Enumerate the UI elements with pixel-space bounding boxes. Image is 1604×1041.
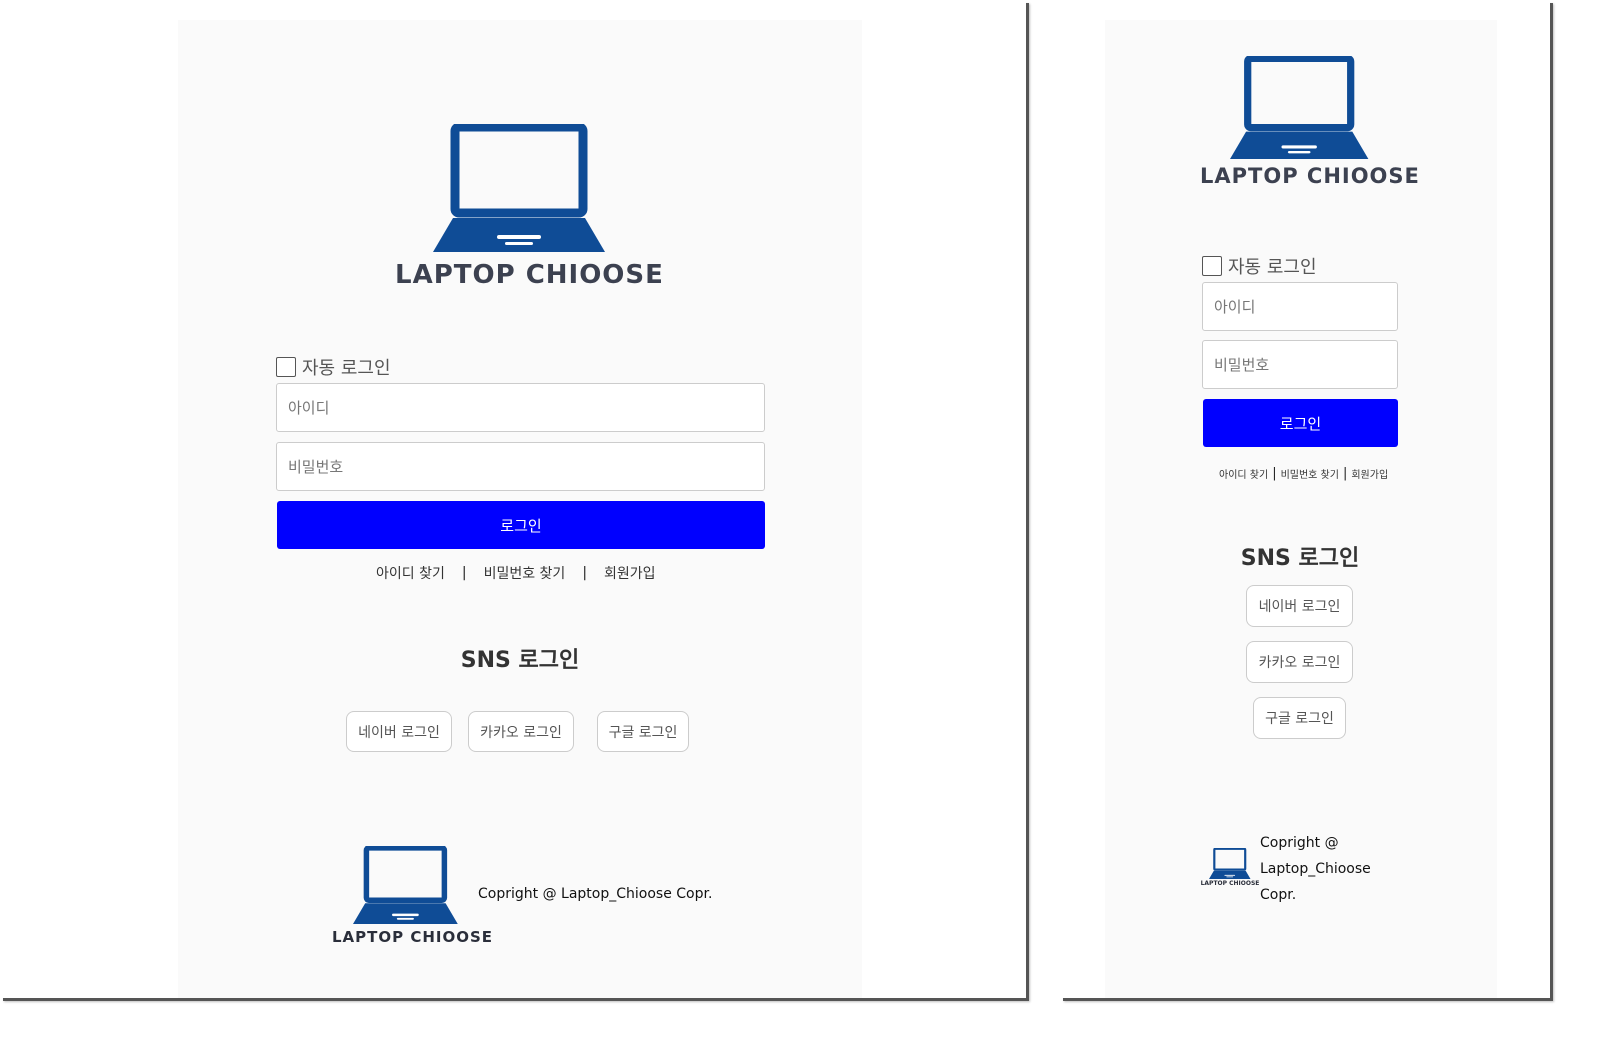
kakao-login-button[interactable]: 카카오 로그인 (1246, 641, 1353, 683)
laptop-icon (353, 846, 458, 924)
copyright-line: Copright @ (1260, 835, 1339, 851)
copyright-text: Copright @ Laptop_Chioose Copr. (478, 886, 713, 902)
signup-link[interactable]: 회원가입 (1351, 466, 1388, 481)
link-separator: | (1272, 466, 1277, 481)
login-button[interactable]: 로그인 (1203, 399, 1398, 447)
password-input[interactable]: 비밀번호 (276, 442, 765, 491)
find-password-link[interactable]: 비밀번호 찾기 (1281, 466, 1339, 481)
naver-login-button[interactable]: 네이버 로그인 (346, 711, 452, 752)
copyright-text: Copright @ Laptop_Chioose Copr. (1260, 830, 1371, 908)
link-separator: | (461, 565, 467, 581)
link-separator: | (582, 565, 588, 581)
header-logo[interactable]: LAPTOP CHIOOSE (1200, 56, 1420, 188)
account-links: 아이디 찾기 | 비밀번호 찾기 | 회원가입 (1219, 466, 1388, 481)
auto-login-label: 자동 로그인 (302, 358, 391, 379)
id-input[interactable]: 아이디 (276, 383, 765, 432)
checkbox-icon[interactable] (276, 357, 296, 377)
copyright-line: Copr. (1260, 887, 1297, 903)
footer-brand-name: LAPTOP CHIOOSE (332, 928, 494, 946)
google-login-button[interactable]: 구글 로그인 (597, 711, 689, 752)
account-links: 아이디 찾기 | 비밀번호 찾기 | 회원가입 (376, 563, 656, 583)
sns-login-title: SNS 로그인 (1240, 546, 1360, 571)
find-password-link[interactable]: 비밀번호 찾기 (484, 563, 566, 583)
find-id-link[interactable]: 아이디 찾기 (1219, 466, 1268, 481)
password-placeholder: 비밀번호 (288, 458, 344, 476)
password-placeholder: 비밀번호 (1214, 356, 1270, 374)
password-input[interactable]: 비밀번호 (1202, 340, 1398, 389)
id-input[interactable]: 아이디 (1202, 282, 1398, 331)
naver-login-button[interactable]: 네이버 로그인 (1246, 585, 1353, 627)
signup-link[interactable]: 회원가입 (604, 563, 656, 583)
copyright-line: Laptop_Chioose (1260, 861, 1371, 877)
kakao-login-button[interactable]: 카카오 로그인 (468, 711, 574, 752)
auto-login-label: 자동 로그인 (1228, 257, 1317, 278)
sns-login-title: SNS 로그인 (460, 648, 580, 673)
laptop-icon (1209, 848, 1251, 879)
mobile-view: LAPTOP CHIOOSE 자동 로그인 아이디 비밀번호 로그인 아이디 찾… (1060, 0, 1550, 998)
footer-logo: LAPTOP CHIOOSE (332, 846, 494, 946)
auto-login-checkbox[interactable]: 자동 로그인 (276, 354, 391, 380)
brand-name: LAPTOP CHIOOSE (1200, 164, 1420, 188)
login-button[interactable]: 로그인 (277, 501, 765, 549)
link-separator: | (1342, 466, 1348, 481)
brand-name: LAPTOP CHIOOSE (395, 260, 664, 290)
header-logo[interactable]: LAPTOP CHIOOSE (395, 124, 664, 290)
desktop-view: LAPTOP CHIOOSE 자동 로그인 아이디 비밀번호 로그인 아이디 찾… (0, 0, 1026, 998)
laptop-icon (433, 124, 605, 252)
footer-brand-name: LAPTOP CHIOOSE (1200, 880, 1260, 887)
google-login-button[interactable]: 구글 로그인 (1253, 697, 1346, 739)
id-placeholder: 아이디 (288, 399, 330, 417)
laptop-icon (1230, 56, 1369, 159)
checkbox-icon[interactable] (1202, 256, 1222, 276)
auto-login-checkbox[interactable]: 자동 로그인 (1202, 253, 1317, 279)
find-id-link[interactable]: 아이디 찾기 (376, 563, 445, 583)
id-placeholder: 아이디 (1214, 298, 1256, 316)
footer-logo: LAPTOP CHIOOSE (1200, 848, 1260, 887)
